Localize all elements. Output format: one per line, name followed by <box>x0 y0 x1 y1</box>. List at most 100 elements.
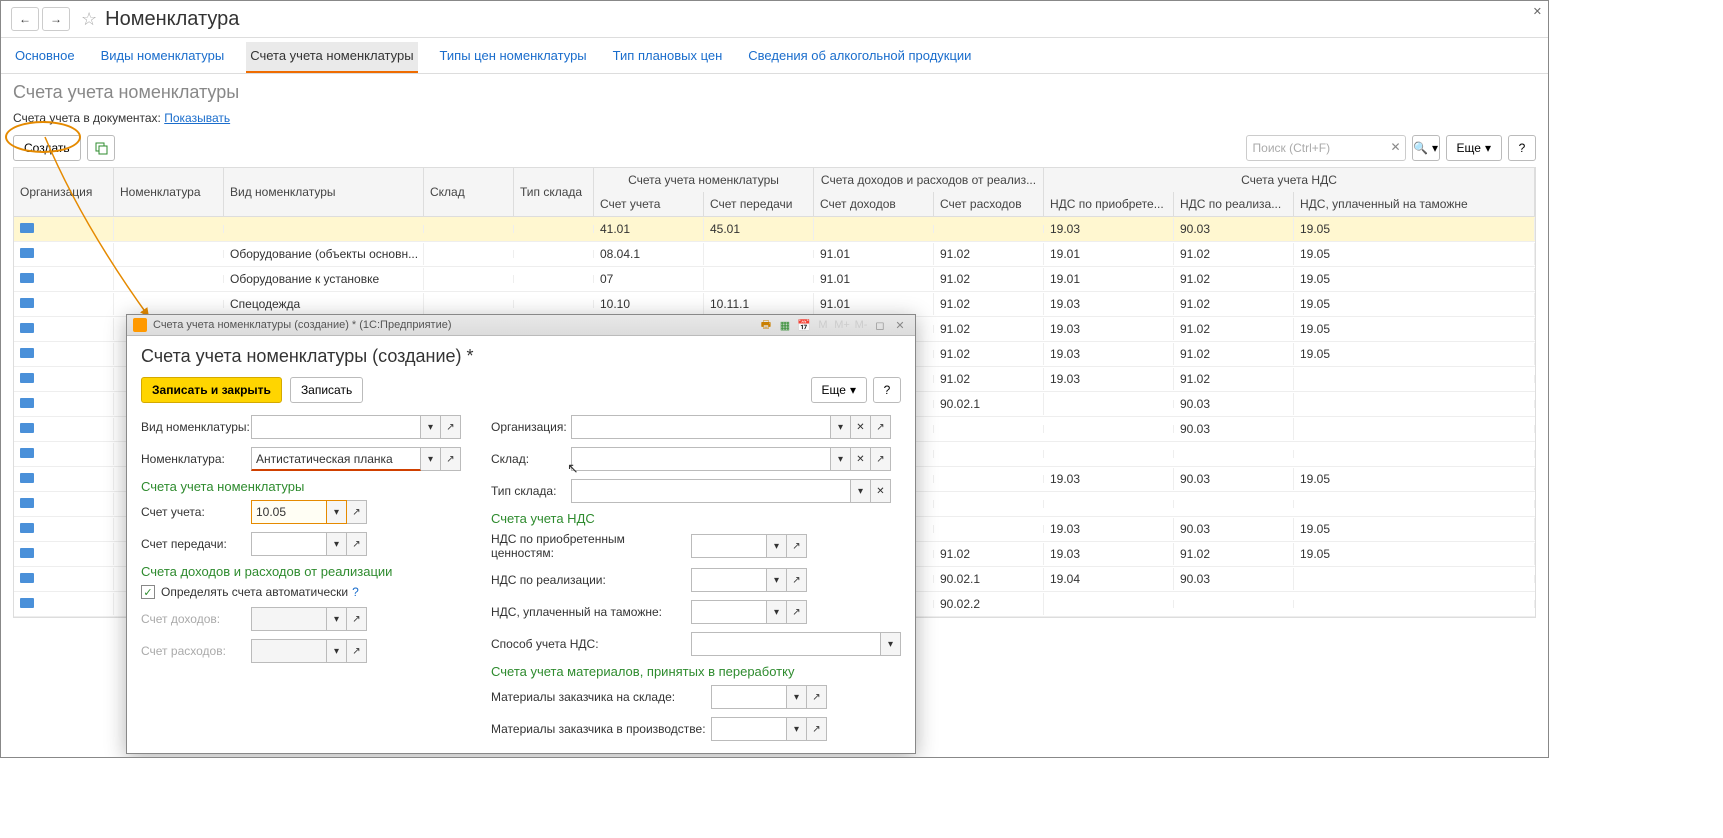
col-type[interactable]: Вид номенклатуры <box>224 168 424 216</box>
row-icon <box>20 373 34 383</box>
doc-accounts-link[interactable]: Показывать <box>164 111 230 125</box>
clear-icon[interactable]: ✕ <box>851 415 871 439</box>
star-icon[interactable]: ☆ <box>81 9 97 30</box>
save-button[interactable]: Записать <box>290 377 363 403</box>
col-inc[interactable]: Счет доходов <box>814 192 934 216</box>
wh-field[interactable]: ▾✕↗ <box>571 447 891 471</box>
row-icon <box>20 598 34 608</box>
save-close-button[interactable]: Записать и закрыть <box>141 377 282 403</box>
calc-icon[interactable]: ▦ <box>777 318 793 332</box>
dialog-titlebar[interactable]: Счета учета номенклатуры (создание) * (1… <box>127 315 915 336</box>
search-clear-icon[interactable]: ✕ <box>1390 140 1400 154</box>
col-vat2[interactable]: НДС по реализа... <box>1174 192 1294 216</box>
acct-value[interactable]: 10.05 <box>251 500 327 524</box>
exp-field: ▾↗ <box>251 639 367 663</box>
col-nom[interactable]: Номенклатура <box>114 168 224 216</box>
col-wh[interactable]: Склад <box>424 168 514 216</box>
wht-field[interactable]: ▾✕ <box>571 479 891 503</box>
tab-price-types[interactable]: Типы цен номенклатуры <box>436 42 591 73</box>
label-auto: Определять счета автоматически <box>161 585 348 599</box>
open-icon[interactable]: ↗ <box>871 415 891 439</box>
row-icon <box>20 398 34 408</box>
table-row[interactable]: 41.0145.0119.0390.0319.05 <box>14 217 1535 242</box>
copy-button[interactable] <box>87 135 115 161</box>
create-button[interactable]: Создать <box>13 135 81 161</box>
dialog-heading: Счета учета номенклатуры (создание) * <box>141 346 901 367</box>
open-icon[interactable]: ↗ <box>347 532 367 556</box>
col-acct[interactable]: Счет учета <box>594 192 704 216</box>
open-icon[interactable]: ↗ <box>347 500 367 524</box>
acct-field[interactable]: 10.05 ▾ ↗ <box>251 500 367 524</box>
m-button[interactable]: M <box>815 318 831 332</box>
tab-types-nom[interactable]: Виды номенклатуры <box>97 42 229 73</box>
table-row[interactable]: Оборудование (объекты основн...08.04.191… <box>14 242 1535 267</box>
nav-forward-button[interactable]: → <box>42 7 70 31</box>
topbar: ← → ☆ Номенклатура ✕ <box>1 1 1548 38</box>
chevron-down-icon[interactable]: ▾ <box>831 415 851 439</box>
dialog-close-icon[interactable]: ✕ <box>891 319 909 332</box>
mat-prod-field[interactable]: ▾↗ <box>711 717 827 741</box>
label-mat-prod: Материалы заказчика в производстве: <box>491 722 711 736</box>
chevron-down-icon[interactable]: ▾ <box>421 447 441 471</box>
dialog-wintitle: Счета учета номенклатуры (создание) * (1… <box>153 319 452 331</box>
col-wht[interactable]: Тип склада <box>514 168 594 216</box>
m-plus-button[interactable]: M+ <box>834 318 850 332</box>
col-exp[interactable]: Счет расходов <box>934 192 1044 216</box>
tab-accounts[interactable]: Счета учета номенклатуры <box>246 42 417 73</box>
clear-icon[interactable]: ✕ <box>851 447 871 471</box>
vat-real-field[interactable]: ▾↗ <box>691 568 807 592</box>
nom-field[interactable]: Антистатическая планка ▾ ↗ <box>251 447 461 471</box>
search-placeholder: Поиск (Ctrl+F) <box>1253 141 1331 155</box>
clear-icon[interactable]: ✕ <box>871 479 891 503</box>
tab-alcohol[interactable]: Сведения об алкогольной продукции <box>744 42 975 73</box>
checkbox-checked-icon: ✓ <box>141 585 155 599</box>
m-minus-button[interactable]: M- <box>853 318 869 332</box>
dialog-more-button[interactable]: Еще ▾ <box>811 377 867 403</box>
table-row[interactable]: Оборудование к установке0791.0191.0219.0… <box>14 267 1535 292</box>
calendar-icon[interactable]: 📅 <box>796 318 812 332</box>
dialog-help-button[interactable]: ? <box>873 377 901 403</box>
col-vat1[interactable]: НДС по приобрете... <box>1044 192 1174 216</box>
nom-value[interactable]: Антистатическая планка <box>251 447 421 471</box>
row-icon <box>20 498 34 508</box>
help-button[interactable]: ? <box>1508 135 1536 161</box>
close-icon[interactable]: ✕ <box>1533 5 1542 18</box>
open-icon[interactable]: ↗ <box>871 447 891 471</box>
help-q-icon[interactable]: ? <box>352 585 359 599</box>
vat-method-field[interactable]: ▾ <box>691 632 901 656</box>
mat-wh-field[interactable]: ▾↗ <box>711 685 827 709</box>
col-trans[interactable]: Счет передачи <box>704 192 814 216</box>
section-accounts-nom: Счета учета номенклатуры <box>141 479 467 494</box>
chevron-down-icon[interactable]: ▾ <box>421 415 441 439</box>
search-button[interactable]: 🔍 ▾ <box>1412 135 1440 161</box>
org-field[interactable]: ▾✕↗ <box>571 415 891 439</box>
tab-plan-price[interactable]: Тип плановых цен <box>609 42 727 73</box>
more-button[interactable]: Еще ▾ <box>1446 135 1502 161</box>
tab-main[interactable]: Основное <box>11 42 79 73</box>
restore-icon[interactable]: ◻ <box>871 319 889 332</box>
auto-checkbox[interactable]: ✓ Определять счета автоматически <box>141 585 348 599</box>
chevron-down-icon[interactable]: ▾ <box>851 479 871 503</box>
vat-cust-field[interactable]: ▾↗ <box>691 600 807 624</box>
col-vat3[interactable]: НДС, уплаченный на таможне <box>1294 192 1535 216</box>
page-title: Номенклатура <box>105 8 239 31</box>
vid-field[interactable]: ▾ ↗ <box>251 415 461 439</box>
chevron-down-icon[interactable]: ▾ <box>327 532 347 556</box>
trans-field[interactable]: ▾ ↗ <box>251 532 367 556</box>
label-vat-method: Способ учета НДС: <box>491 637 691 651</box>
label-vat-acq: НДС по приобретенным ценностям: <box>491 532 691 560</box>
nav-back-button[interactable]: ← <box>11 7 39 31</box>
col-org[interactable]: Организация <box>14 168 114 216</box>
label-vid: Вид номенклатуры: <box>141 420 251 434</box>
search-input[interactable]: Поиск (Ctrl+F) ✕ <box>1246 135 1406 161</box>
chevron-down-icon[interactable]: ▾ <box>327 500 347 524</box>
open-icon[interactable]: ↗ <box>441 447 461 471</box>
chevron-down-icon[interactable]: ▾ <box>831 447 851 471</box>
label-mat-wh: Материалы заказчика на складе: <box>491 690 711 704</box>
open-icon[interactable]: ↗ <box>441 415 461 439</box>
print-icon[interactable]: 🖶 <box>758 318 774 332</box>
row-icon <box>20 223 34 233</box>
section-vat: Счета учета НДС <box>491 511 901 526</box>
col-group-nom: Счета учета номенклатуры <box>594 168 814 192</box>
vat-acq-field[interactable]: ▾↗ <box>691 534 807 558</box>
